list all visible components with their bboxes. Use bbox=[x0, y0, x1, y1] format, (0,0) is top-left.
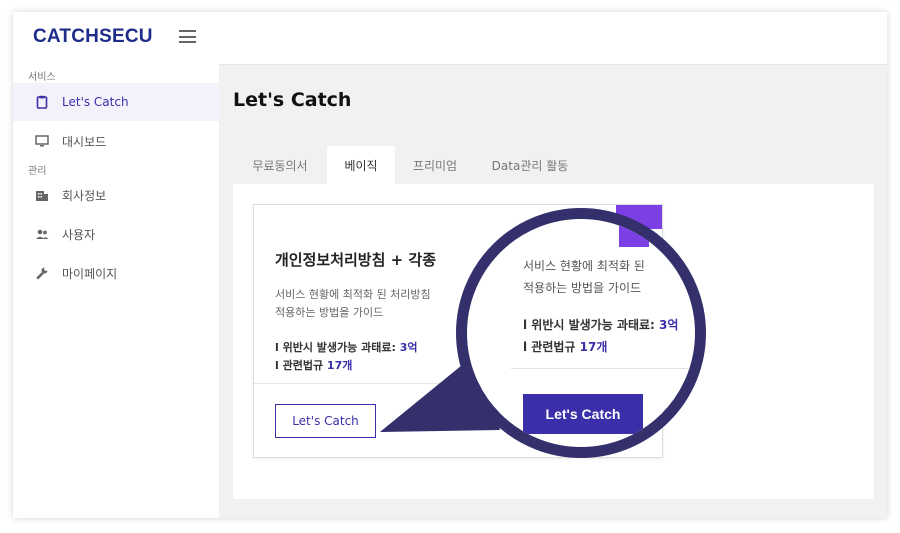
sidebar-item-label: Let's Catch bbox=[62, 95, 129, 109]
sidebar-item-label: 회사정보 bbox=[62, 188, 107, 203]
tab-premium[interactable]: 프리미엄 bbox=[395, 146, 475, 184]
card-description: 서비스 현황에 최적화 된 처리방침 적용하는 방법을 가이드 bbox=[275, 286, 455, 322]
card-laws-row: l 관련법규 17개 bbox=[275, 357, 352, 373]
wrench-icon bbox=[34, 265, 50, 281]
sidebar-item-company[interactable]: 회사정보 bbox=[13, 176, 219, 214]
menu-icon[interactable] bbox=[179, 30, 196, 43]
sidebar-item-mypage[interactable]: 마이페이지 bbox=[13, 254, 219, 292]
card-fine-value: 3억 bbox=[399, 341, 418, 354]
card-title: 개인정보처리방침 + 각종 bbox=[275, 251, 437, 269]
zoomed-description-line: 서비스 현황에 최적화 된 bbox=[523, 259, 645, 273]
logo: CATCHSECU bbox=[33, 26, 153, 47]
card-description-line: 적용하는 방법을 가이드 bbox=[275, 306, 384, 319]
card-description-line: 서비스 현황에 최적화 된 처리방침 bbox=[275, 288, 431, 301]
sidebar-item-label: 사용자 bbox=[62, 227, 96, 242]
zoomed-fine-label: l 위반시 발생가능 과태료: bbox=[523, 318, 660, 332]
clipboard-icon bbox=[34, 94, 50, 110]
zoomed-laws-row: l 관련법규 17개 bbox=[523, 338, 607, 355]
sidebar-item-lets-catch[interactable]: Let's Catch bbox=[13, 83, 219, 121]
sidebar-item-users[interactable]: 사용자 bbox=[13, 215, 219, 253]
tab-free-consent[interactable]: 무료동의서 bbox=[233, 146, 327, 184]
tab-basic[interactable]: 베이직 bbox=[327, 146, 395, 184]
sidebar-item-label: 대시보드 bbox=[62, 134, 107, 149]
zoomed-fine-row: l 위반시 발생가능 과태료: 3억 bbox=[523, 316, 678, 333]
sidebar-item-dashboard[interactable]: 대시보드 bbox=[13, 122, 219, 160]
card-fine-label: l 위반시 발생가능 과태료: bbox=[275, 341, 400, 354]
tab-data-management[interactable]: Data관리 활동 bbox=[475, 146, 585, 184]
users-icon bbox=[34, 226, 50, 242]
page-title: Let's Catch bbox=[233, 89, 352, 111]
section-label-manage: 관리 bbox=[28, 166, 47, 177]
zoomed-laws-label: l 관련법규 bbox=[523, 340, 580, 354]
card-badge bbox=[619, 223, 649, 247]
card-fine-row: l 위반시 발생가능 과태료: 3억 bbox=[275, 339, 417, 355]
section-label-service: 서비스 bbox=[28, 72, 56, 83]
sidebar: CATCHSECU 서비스 Let's Catch 대시보드 관리 회사정보 사… bbox=[13, 12, 219, 518]
zoomed-lets-catch-button[interactable]: Let's Catch bbox=[523, 394, 643, 434]
building-icon bbox=[34, 187, 50, 203]
magnifier-lens: 서비스 현황에 최적화 된 적용하는 방법을 가이드 l 위반시 발생가능 과태… bbox=[456, 208, 706, 458]
top-bar bbox=[219, 12, 887, 65]
zoomed-description-line: 적용하는 방법을 가이드 bbox=[523, 281, 642, 295]
zoomed-description: 서비스 현황에 최적화 된 적용하는 방법을 가이드 bbox=[523, 255, 695, 299]
lets-catch-button[interactable]: Let's Catch bbox=[275, 404, 376, 438]
zoomed-divider bbox=[511, 368, 695, 369]
sidebar-item-label: 마이페이지 bbox=[62, 266, 118, 281]
card-laws-value: 17개 bbox=[326, 359, 353, 372]
tab-bar: 무료동의서 베이직 프리미엄 Data관리 활동 bbox=[233, 146, 585, 184]
card-laws-label: l 관련법규 bbox=[275, 359, 327, 372]
zoomed-fine-value: 3억 bbox=[659, 318, 679, 332]
zoomed-laws-value: 17개 bbox=[579, 340, 608, 354]
monitor-icon bbox=[34, 133, 50, 149]
